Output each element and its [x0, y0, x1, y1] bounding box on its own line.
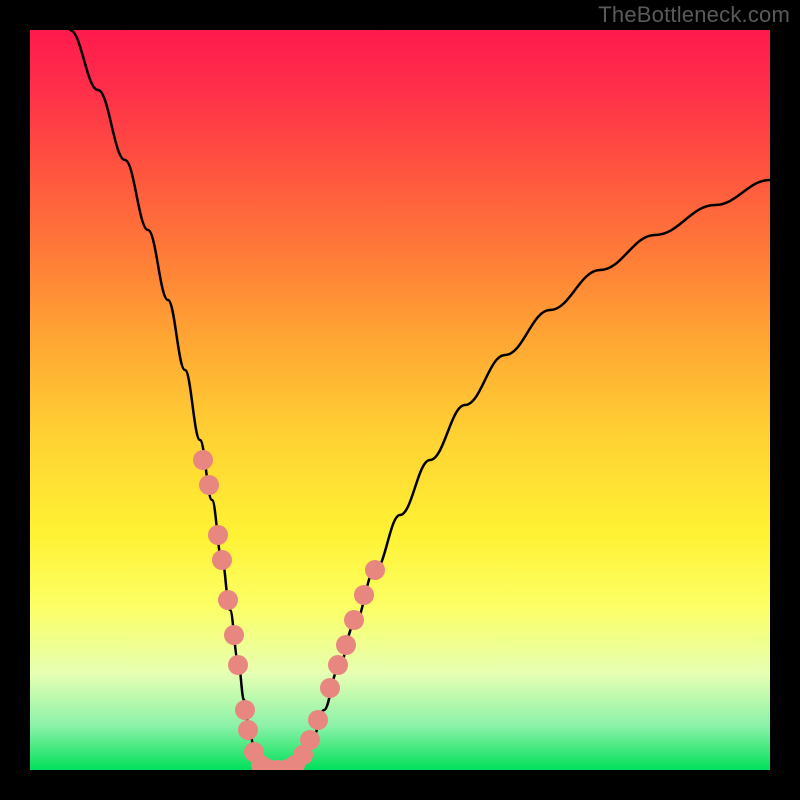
highlight-dots-group: [193, 450, 385, 770]
highlight-dot: [238, 720, 258, 740]
highlight-dot: [199, 475, 219, 495]
highlight-dot: [308, 710, 328, 730]
chart-frame: TheBottleneck.com: [0, 0, 800, 800]
highlight-dot: [300, 730, 320, 750]
highlight-dot: [344, 610, 364, 630]
highlight-dot: [224, 625, 244, 645]
highlight-dot: [212, 550, 232, 570]
highlight-dot: [235, 700, 255, 720]
highlight-dot: [218, 590, 238, 610]
highlight-dot: [328, 655, 348, 675]
highlight-dot: [336, 635, 356, 655]
highlight-dot: [354, 585, 374, 605]
highlight-dot: [193, 450, 213, 470]
highlight-dot: [365, 560, 385, 580]
watermark-text: TheBottleneck.com: [598, 2, 790, 28]
highlight-dot: [208, 525, 228, 545]
plot-area: [30, 30, 770, 770]
bottleneck-curve: [70, 30, 770, 770]
highlight-dot: [320, 678, 340, 698]
highlight-dot: [228, 655, 248, 675]
curve-layer: [30, 30, 770, 770]
